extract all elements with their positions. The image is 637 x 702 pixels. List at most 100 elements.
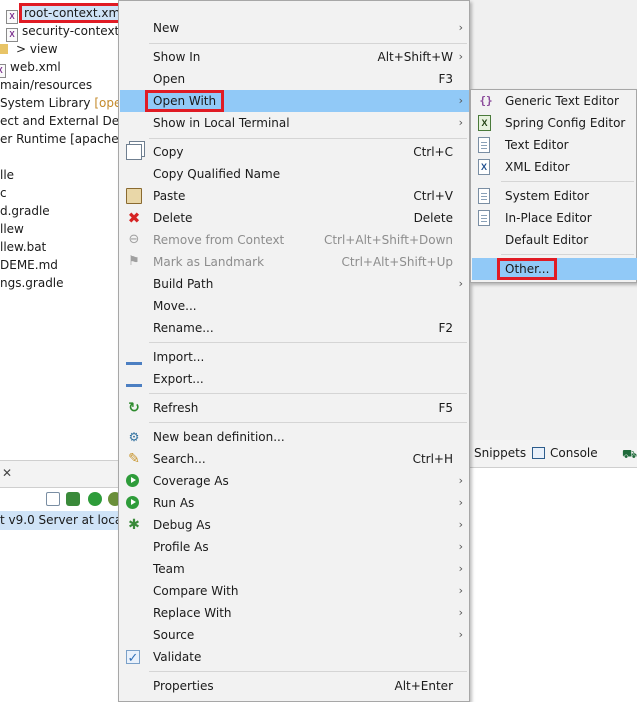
tab-console[interactable]: Console: [550, 446, 598, 460]
tree-item-external-deps[interactable]: ect and External Depe: [0, 112, 134, 130]
server-item[interactable]: t v9.0 Server at localh: [0, 511, 118, 530]
servers-view-icon[interactable]: ⛟: [622, 447, 637, 463]
menu-item-rename[interactable]: Rename... F2: [120, 317, 469, 339]
submenu-item-xml-editor[interactable]: X XML Editor: [472, 156, 637, 178]
submenu-arrow-icon: ›: [458, 116, 463, 129]
refresh-icon: ↻: [128, 400, 140, 416]
menu-item-open-with[interactable]: Open With ›: [120, 90, 469, 112]
menu-item-copy-qualified-name[interactable]: Copy Qualified Name: [120, 163, 469, 185]
tree-item-label: > view: [16, 42, 58, 56]
tree-item-server-runtime[interactable]: er Runtime [apache-to: [0, 130, 135, 148]
menu-separator: [149, 138, 467, 139]
tree-item-c[interactable]: c: [0, 184, 7, 202]
menu-item-run-as[interactable]: Run As ›: [120, 492, 469, 514]
in-place-editor-icon: [478, 210, 490, 226]
search-icon: ✎: [128, 451, 140, 467]
text-editor-icon: [478, 137, 490, 153]
tree-item-build-gradle[interactable]: d.gradle: [0, 202, 50, 220]
submenu-item-label: Other...: [505, 262, 550, 276]
tree-item-gradlew-bat[interactable]: llew.bat: [0, 238, 46, 256]
menu-item-profile-as[interactable]: Profile As ›: [120, 536, 469, 558]
folder-icon: [0, 44, 8, 54]
menu-separator: [149, 43, 467, 44]
tree-item-lle[interactable]: lle: [0, 166, 14, 184]
tree-item-label: root-context.xml: [19, 3, 129, 23]
tree-item-label: d.gradle: [0, 204, 50, 218]
submenu-item-generic-text-editor[interactable]: {} Generic Text Editor: [472, 90, 637, 112]
menu-item-build-path[interactable]: Build Path ›: [120, 273, 469, 295]
servers-toolbar: [0, 488, 122, 510]
menu-item-mark-as-landmark[interactable]: ⚑ Mark as Landmark Ctrl+Alt+Shift+Up: [120, 251, 469, 273]
submenu-item-in-place-editor[interactable]: In-Place Editor: [472, 207, 637, 229]
servers-tab-bar: ✕: [0, 460, 118, 488]
menu-item-label: Source: [153, 628, 195, 642]
collapse-icon[interactable]: [46, 492, 60, 506]
tree-item-security-context[interactable]: Xsecurity-context.x: [6, 22, 131, 42]
system-editor-icon: [478, 188, 490, 204]
tree-item-label: DEME.md: [0, 258, 58, 272]
menu-item-label: Run As: [153, 496, 195, 510]
menu-item-validate[interactable]: ✓ Validate: [120, 646, 469, 668]
tree-item-view[interactable]: > view: [0, 40, 58, 58]
tree-item-label: llew.bat: [0, 240, 47, 254]
menu-item-label: Refresh: [153, 401, 199, 415]
menu-item-delete[interactable]: ✖ Delete Delete: [120, 207, 469, 229]
context-menu: New › Show In Alt+Shift+W › Open F3 Open…: [118, 0, 470, 702]
menu-item-refresh[interactable]: ↻ Refresh F5: [120, 397, 469, 419]
menu-item-open[interactable]: Open F3: [120, 68, 469, 90]
tree-item-gradlew[interactable]: llew: [0, 220, 24, 238]
menu-item-export[interactable]: Export...: [120, 368, 469, 390]
annotation-highlight-box: Open With: [145, 90, 225, 112]
menu-separator: [149, 342, 467, 343]
menu-item-search[interactable]: ✎ Search... Ctrl+H: [120, 448, 469, 470]
menu-item-label: Import...: [153, 350, 205, 364]
menu-item-show-in-terminal[interactable]: Show in Local Terminal ›: [120, 112, 469, 134]
menu-item-label: Mark as Landmark: [153, 255, 265, 269]
menu-item-properties[interactable]: Properties Alt+Enter: [120, 675, 469, 697]
submenu-item-other[interactable]: Other...: [472, 258, 637, 280]
menu-item-new[interactable]: New ›: [120, 17, 469, 39]
menu-item-shortcut: Ctrl+Alt+Shift+Up: [341, 255, 453, 269]
menu-item-label: Copy Qualified Name: [153, 167, 281, 181]
menu-item-label: Paste: [153, 189, 186, 203]
tree-item-settings-gradle[interactable]: ngs.gradle: [0, 274, 64, 292]
menu-item-shortcut: F3: [438, 72, 453, 86]
menu-item-compare-with[interactable]: Compare With ›: [120, 580, 469, 602]
close-icon[interactable]: ✕: [2, 466, 12, 480]
tree-item-label: security-context.x: [22, 24, 131, 38]
tree-item-web-xml[interactable]: Xweb.xml: [0, 58, 61, 78]
submenu-item-spring-config-editor[interactable]: X Spring Config Editor: [472, 112, 637, 134]
menu-item-paste[interactable]: Paste Ctrl+V: [120, 185, 469, 207]
menu-item-debug-as[interactable]: ✱ Debug As ›: [120, 514, 469, 536]
submenu-item-label: Default Editor: [505, 233, 589, 247]
menu-item-copy[interactable]: Copy Ctrl+C: [120, 141, 469, 163]
menu-item-remove-from-context[interactable]: ⊖ Remove from Context Ctrl+Alt+Shift+Dow…: [120, 229, 469, 251]
menu-item-import[interactable]: Import...: [120, 346, 469, 368]
debug-server-icon[interactable]: [66, 492, 80, 506]
tree-item-readme[interactable]: DEME.md: [0, 256, 58, 274]
generic-text-editor-icon: {}: [479, 94, 493, 107]
tree-item-main-resources[interactable]: main/resources: [0, 76, 92, 94]
submenu-item-system-editor[interactable]: System Editor: [472, 185, 637, 207]
submenu-arrow-icon: ›: [458, 277, 463, 290]
menu-item-label: Open: [153, 72, 186, 86]
menu-item-label: Compare With: [153, 584, 239, 598]
menu-item-show-in[interactable]: Show In Alt+Shift+W ›: [120, 46, 469, 68]
tree-item-label: System Library: [0, 96, 95, 110]
menu-item-replace-with[interactable]: Replace With ›: [120, 602, 469, 624]
start-server-icon[interactable]: [88, 492, 102, 506]
submenu-item-default-editor[interactable]: Default Editor: [472, 229, 637, 251]
tab-snippets[interactable]: Snippets: [474, 446, 526, 460]
menu-item-source[interactable]: Source ›: [120, 624, 469, 646]
menu-item-new-bean-definition[interactable]: ⚙ New bean definition...: [120, 426, 469, 448]
menu-item-coverage-as[interactable]: Coverage As ›: [120, 470, 469, 492]
tree-item-system-library[interactable]: System Library [openj: [0, 94, 132, 112]
server-label: t v9.0 Server at localh: [0, 513, 118, 527]
menu-item-move[interactable]: Move...: [120, 295, 469, 317]
submenu-item-text-editor[interactable]: Text Editor: [472, 134, 637, 156]
tree-item-root-context[interactable]: Xroot-context.xml: [6, 3, 129, 24]
validate-icon: ✓: [126, 650, 140, 666]
menu-item-team[interactable]: Team ›: [120, 558, 469, 580]
menu-item-label: Coverage As: [153, 474, 229, 488]
menu-item-label: Build Path: [153, 277, 214, 291]
